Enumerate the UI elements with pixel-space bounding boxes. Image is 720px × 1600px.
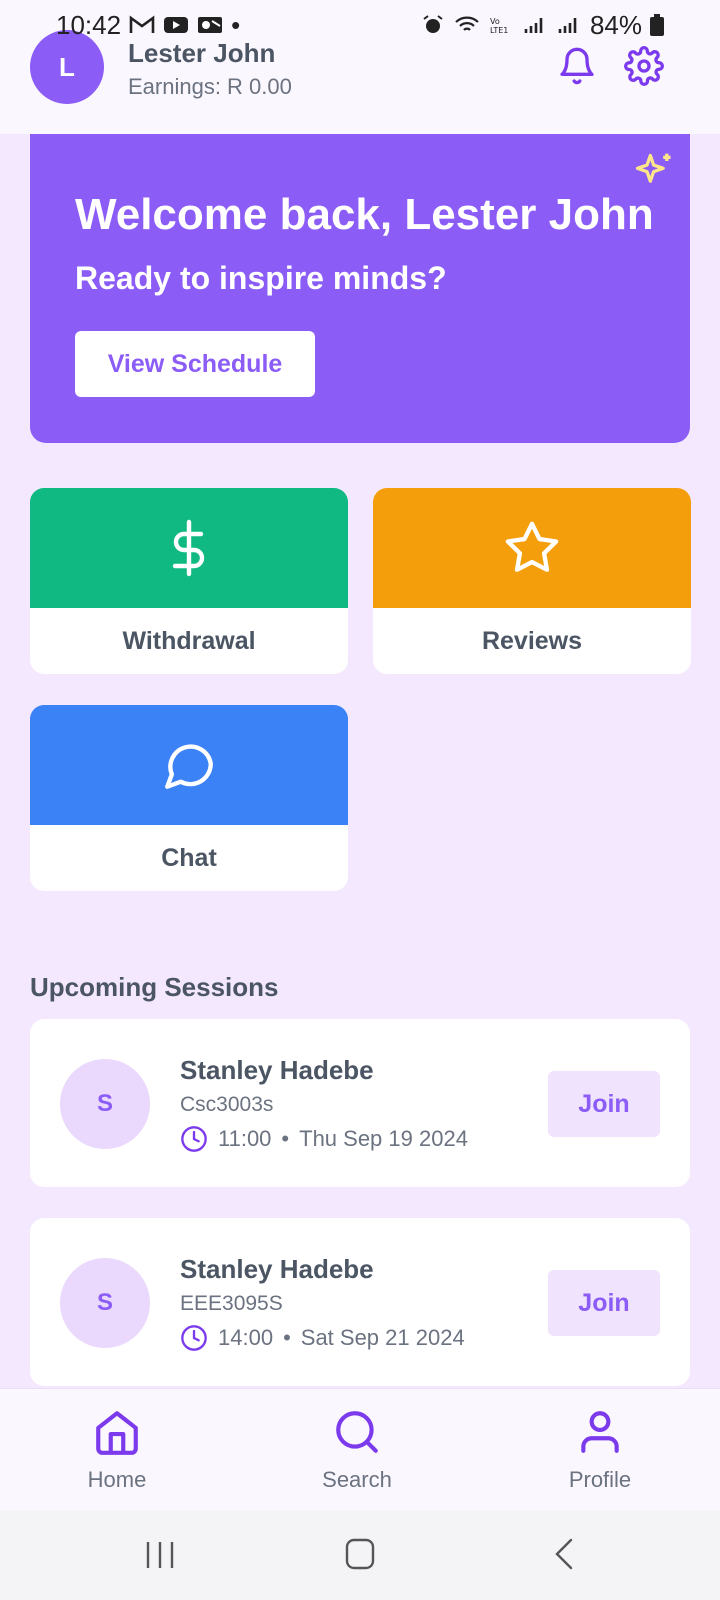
session-avatar: S [60,1059,150,1149]
gmail-icon [129,15,155,33]
battery-icon [650,14,664,36]
session-course: EEE3095S [180,1292,283,1315]
home-button-icon[interactable] [340,1536,380,1572]
gear-icon[interactable] [624,46,664,86]
volte-icon: VoLTE1 [490,17,508,35]
wifi-icon [455,16,479,31]
svg-text:Vo: Vo [490,17,500,26]
chat-label: Chat [161,843,217,872]
nav-search-label: Search [322,1467,392,1492]
join-button[interactable]: Join [548,1270,660,1336]
join-button[interactable]: Join [548,1071,660,1137]
svg-text:LTE1: LTE1 [490,26,508,35]
alarm-icon [423,15,443,33]
home-icon [96,1411,138,1455]
sparkle-icon [635,153,671,183]
session-separator: • [281,1126,290,1151]
bell-icon[interactable] [557,46,597,86]
battery-percent: 84% [589,9,642,40]
bottom-nav: Home Search Profile [0,1388,720,1510]
clock-icon [181,1126,207,1152]
session-card: S Stanley Hadebe EEE3095S 14:00 • Sat Se… [30,1218,690,1386]
chat-tile[interactable]: Chat [30,705,348,891]
nav-profile-label: Profile [568,1467,632,1492]
session-date: Sat Sep 21 2024 [300,1325,465,1350]
star-icon [505,521,559,572]
clock-icon [181,1325,207,1351]
nav-profile[interactable]: Profile [525,1407,675,1493]
session-time: 14:00 • Sat Sep 21 2024 [180,1324,465,1352]
status-time: 10:42 [56,9,122,40]
view-schedule-button[interactable]: View Schedule [75,331,315,397]
session-course: Csc3003s [180,1093,274,1116]
session-card: S Stanley Hadebe Csc3003s 11:00 • Thu Se… [30,1019,690,1187]
welcome-title: Welcome back, Lester John [75,190,654,239]
reviews-tile[interactable]: Reviews [373,488,691,674]
status-bar: 10:42 • Vo LTE1 84% [0,0,720,50]
session-tutor-name: Stanley Hadebe [180,1055,374,1085]
session-time-value: 11:00 [218,1126,272,1151]
withdrawal-tile-header [30,488,348,608]
session-date: Thu Sep 19 2024 [299,1126,468,1151]
session-time-value: 14:00 [218,1325,274,1350]
status-dot: • [231,9,241,40]
signal-icon-2 [558,18,577,33]
recent-apps-icon[interactable] [140,1536,180,1572]
signal-icon [524,18,543,33]
reviews-tile-header [373,488,691,608]
system-nav-bar [0,1510,720,1600]
back-icon[interactable] [545,1536,585,1572]
chat-bubble-icon [165,744,213,789]
nav-search[interactable]: Search [282,1407,432,1493]
withdrawal-tile[interactable]: Withdrawal [30,488,348,674]
session-time: 11:00 • Thu Sep 19 2024 [180,1125,468,1153]
welcome-card: Welcome back, Lester John Ready to inspi… [30,134,690,443]
withdrawal-label: Withdrawal [122,626,256,655]
earnings-text: Earnings: R 0.00 [128,74,292,99]
session-avatar: S [60,1258,150,1348]
session-separator: • [283,1325,291,1350]
upcoming-sessions-title: Upcoming Sessions [30,972,279,1002]
chat-tile-header [30,705,348,825]
outlook-icon [198,17,223,33]
profile-icon [581,1411,619,1453]
dollar-icon [172,519,205,577]
session-tutor-name: Stanley Hadebe [180,1254,374,1284]
search-icon [336,1411,378,1453]
nav-home-label: Home [87,1467,147,1492]
youtube-icon [164,17,189,33]
welcome-subtitle: Ready to inspire minds? [75,260,447,296]
nav-home[interactable]: Home [42,1407,192,1493]
reviews-label: Reviews [481,626,583,655]
